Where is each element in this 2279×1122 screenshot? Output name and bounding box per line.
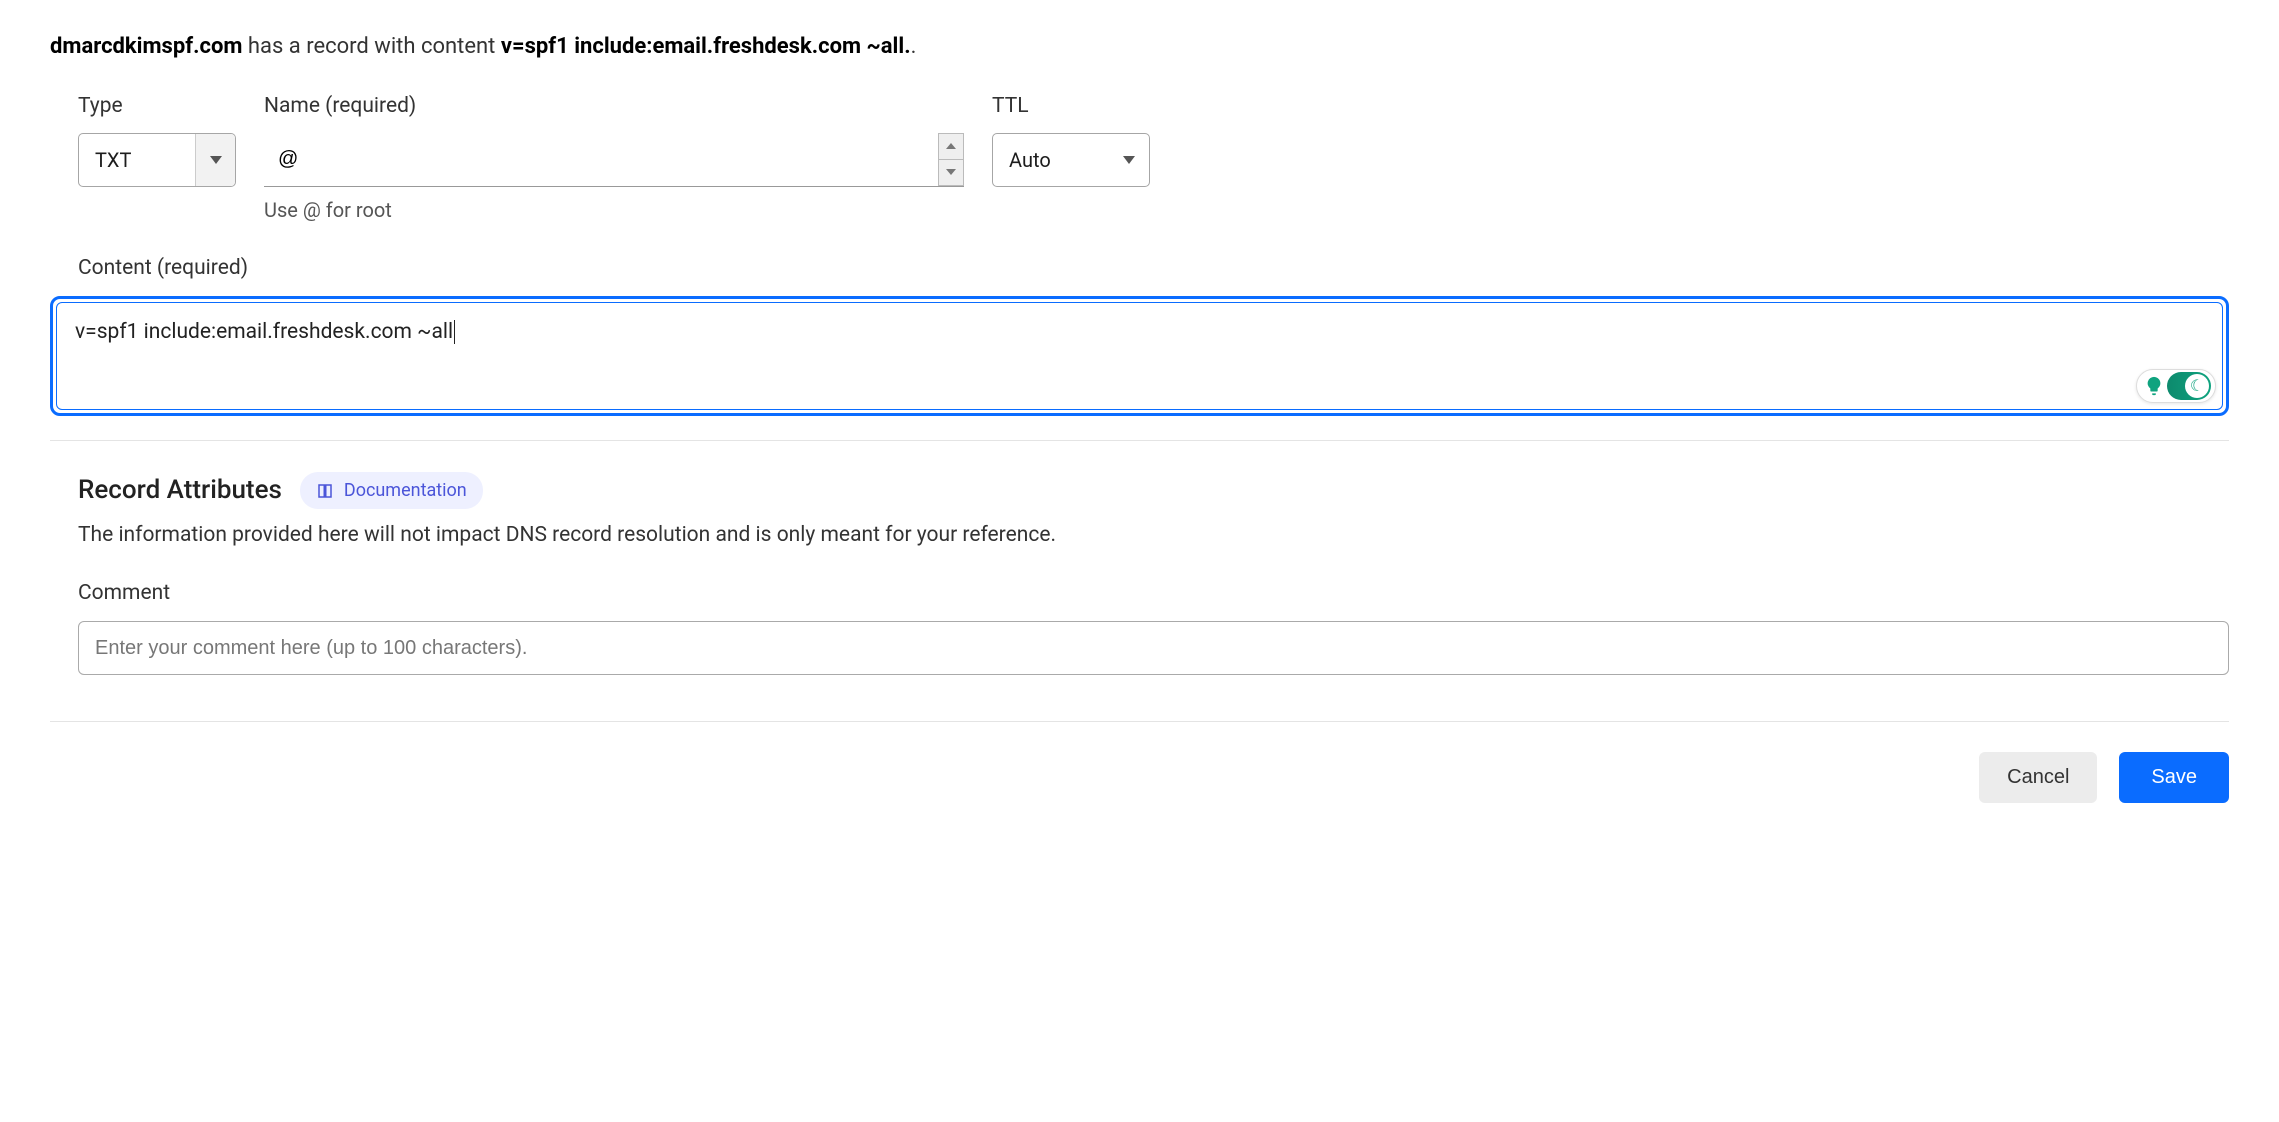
assistant-toggle[interactable]: ☾: [2167, 372, 2211, 400]
name-hint: Use @ for root: [264, 195, 964, 225]
type-dropdown-button[interactable]: [195, 134, 235, 186]
chevron-down-icon: [210, 156, 222, 164]
moon-icon: ☾: [2190, 374, 2204, 398]
text-cursor: [454, 320, 455, 344]
name-input[interactable]: [264, 133, 938, 186]
content-focus-ring: v=spf1 include:email.freshdesk.com ~all …: [50, 296, 2229, 416]
comment-input[interactable]: [78, 621, 2229, 675]
content-label: Content (required): [50, 253, 2229, 285]
content-value: v=spf1 include:email.freshdesk.com ~all: [75, 320, 453, 344]
book-icon: [316, 482, 334, 500]
type-label: Type: [78, 91, 236, 123]
section-divider: [50, 440, 2229, 441]
record-attributes-desc: The information provided here will not i…: [78, 520, 2229, 552]
header-tail: .: [911, 34, 917, 59]
stepper-up-button[interactable]: [939, 134, 963, 160]
header-record: v=spf1 include:email.freshdesk.com ~all.: [501, 34, 911, 59]
footer-divider: [50, 721, 2229, 722]
caret-up-icon: [946, 143, 956, 149]
stepper-down-button[interactable]: [939, 160, 963, 185]
documentation-label: Documentation: [344, 477, 467, 504]
cancel-button[interactable]: Cancel: [1979, 752, 2097, 803]
type-value: TXT: [79, 145, 195, 175]
ttl-select[interactable]: Auto: [992, 133, 1150, 187]
comment-label: Comment: [78, 578, 2229, 610]
caret-down-icon: [946, 169, 956, 175]
save-button[interactable]: Save: [2119, 752, 2229, 803]
content-textarea[interactable]: v=spf1 include:email.freshdesk.com ~all …: [56, 302, 2223, 410]
toggle-knob: ☾: [2185, 374, 2209, 398]
chevron-down-icon: [1123, 156, 1135, 164]
ttl-value: Auto: [993, 145, 1109, 175]
record-attributes-title: Record Attributes: [78, 471, 282, 510]
record-header: dmarcdkimspf.com has a record with conte…: [50, 30, 2229, 63]
documentation-link[interactable]: Documentation: [300, 472, 483, 509]
header-domain: dmarcdkimspf.com: [50, 34, 242, 59]
ttl-dropdown-button[interactable]: [1109, 134, 1149, 186]
header-middle: has a record with content: [242, 34, 500, 59]
assistant-widget[interactable]: ☾: [2136, 369, 2216, 403]
lightbulb-icon: [2143, 375, 2165, 397]
ttl-label: TTL: [992, 91, 1150, 123]
name-stepper[interactable]: [938, 133, 964, 186]
type-select[interactable]: TXT: [78, 133, 236, 187]
name-label: Name (required): [264, 91, 964, 123]
